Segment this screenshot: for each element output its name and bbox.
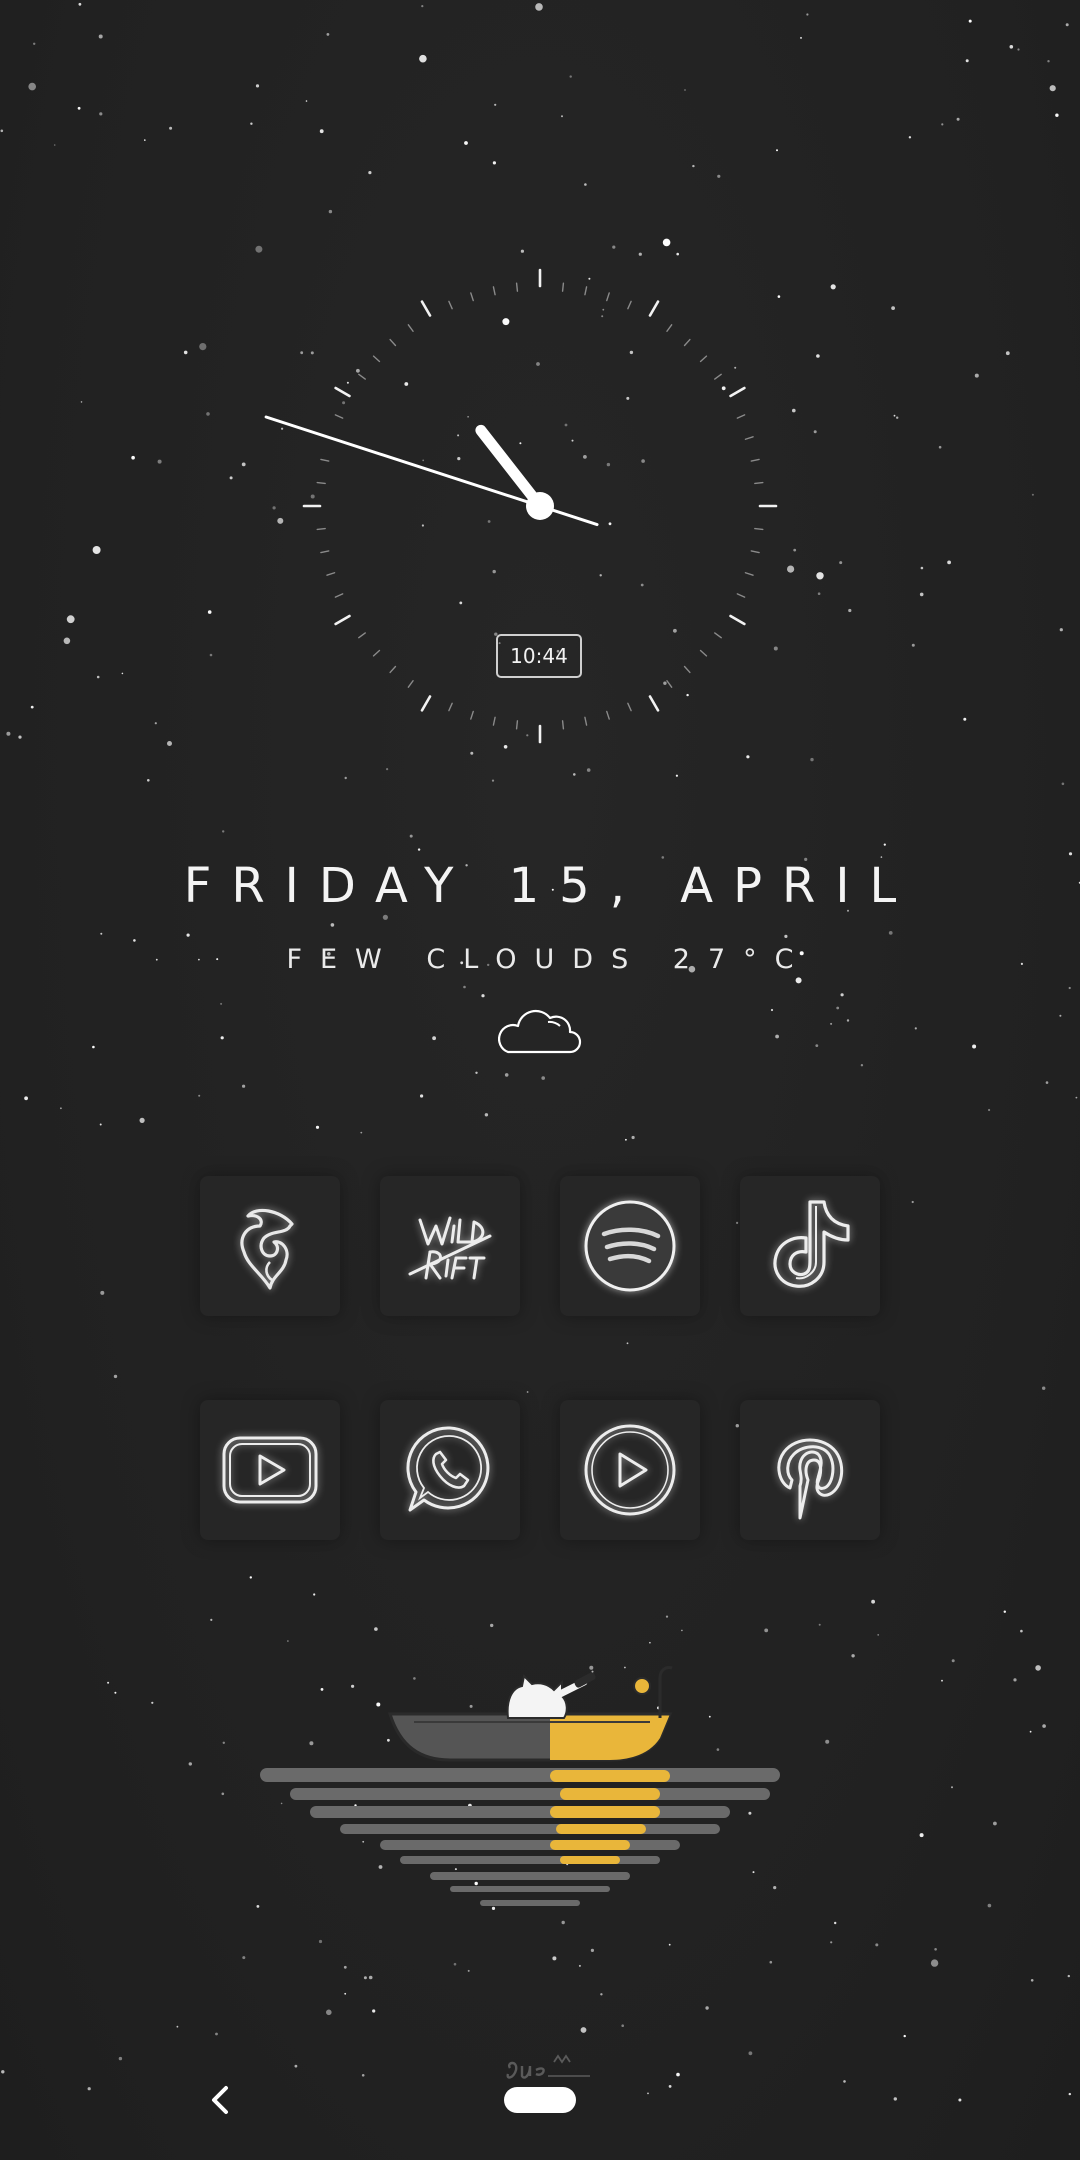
chevron-left-icon[interactable]	[200, 2080, 240, 2120]
cat-figure	[506, 1672, 596, 1719]
analog-clock-widget[interactable]: 10:44	[0, 0, 1080, 800]
clock-hour-tick	[729, 614, 746, 626]
clock-minute-tick	[750, 458, 760, 462]
clock-minute-tick	[584, 716, 588, 726]
clock-minute-tick	[492, 286, 496, 296]
navigation-bar	[0, 2050, 1080, 2160]
weather-label: FEW CLOUDS 27°C	[286, 944, 812, 975]
clock-minute-tick	[627, 702, 632, 712]
clock-minute-tick	[584, 286, 588, 296]
clock-hour-tick	[334, 614, 351, 626]
clock-minute-tick	[714, 632, 722, 639]
clock-hour-tick	[729, 386, 746, 398]
clock-minute-tick	[492, 716, 496, 726]
clock-minute-tick	[334, 414, 344, 419]
clock-minute-tick	[470, 710, 474, 720]
clock-minute-tick	[714, 373, 722, 380]
clock-minute-tick	[320, 550, 330, 554]
date-label: FRIDAY 15, APRIL	[183, 858, 917, 914]
clock-minute-tick	[683, 665, 691, 674]
clock-minute-tick	[389, 665, 397, 674]
clock-minute-tick	[448, 300, 453, 310]
clock-minute-tick	[407, 680, 414, 688]
home-screen: 10:44 FRIDAY 15, APRIL FEW CLOUDS 27°C	[0, 0, 1080, 2160]
clock-center-pin	[526, 492, 554, 520]
analog-clock-face	[264, 268, 778, 744]
whatsapp-icon	[406, 1426, 490, 1512]
clock-minute-tick	[515, 720, 519, 730]
clock-minute-tick	[683, 338, 691, 347]
boat-illustration	[260, 1666, 780, 1906]
clock-minute-tick	[561, 282, 565, 292]
clock-minute-tick	[470, 292, 474, 302]
clock-minute-tick	[666, 680, 673, 688]
clock-minute-tick	[744, 572, 754, 576]
clock-minute-tick	[358, 632, 366, 639]
clock-minute-tick	[334, 593, 344, 598]
app-icon-play[interactable]	[560, 1400, 700, 1540]
clock-minute-tick	[754, 481, 764, 485]
clock-hour-tick	[648, 695, 660, 712]
clock-minute-tick	[320, 458, 330, 462]
app-icon-wild-rift[interactable]	[380, 1176, 520, 1316]
clock-minute-tick	[744, 436, 754, 440]
clock-minute-tick	[699, 649, 708, 657]
clock-minute-tick	[372, 355, 381, 363]
wild-rift-icon	[408, 1216, 492, 1280]
clock-minute-tick	[750, 550, 760, 554]
app-icon-flame[interactable]	[200, 1176, 340, 1316]
artist-signature	[506, 2054, 590, 2079]
cloud-icon	[498, 1009, 582, 1054]
clock-minute-tick	[326, 572, 336, 576]
clock-minute-tick	[754, 527, 764, 531]
app-icon-pinterest[interactable]	[740, 1400, 880, 1540]
pinterest-icon	[777, 1438, 844, 1520]
app-icon-whatsapp[interactable]	[380, 1400, 520, 1540]
clock-hour-hand	[475, 424, 546, 512]
clock-minute-tick	[561, 720, 565, 730]
clock-minute-tick	[606, 292, 610, 302]
play-circle-icon	[584, 1424, 676, 1516]
clock-minute-tick	[372, 649, 381, 657]
digital-time-label: 10:44	[496, 634, 582, 678]
clock-hour-tick	[648, 300, 660, 317]
clock-minute-tick	[389, 338, 397, 347]
clock-minute-tick	[606, 710, 610, 720]
clock-minute-tick	[358, 373, 366, 380]
clock-minute-tick	[316, 527, 326, 531]
clock-minute-tick	[316, 481, 326, 485]
clock-minute-tick	[515, 282, 519, 292]
tiktok-icon	[773, 1200, 850, 1288]
home-pill[interactable]	[504, 2087, 576, 2113]
clock-minute-tick	[407, 324, 414, 332]
flame-icon	[240, 1208, 294, 1290]
clock-hour-tick	[420, 300, 432, 317]
youtube-icon	[222, 1436, 318, 1504]
clock-minute-tick	[448, 702, 453, 712]
app-icon-tiktok[interactable]	[740, 1176, 880, 1316]
clock-minute-tick	[736, 414, 746, 419]
clock-hour-tick	[334, 386, 351, 398]
clock-minute-tick	[699, 355, 708, 363]
app-icon-spotify[interactable]	[560, 1176, 700, 1316]
clock-hour-tick	[420, 695, 432, 712]
clock-minute-tick	[736, 593, 746, 598]
clock-minute-tick	[666, 324, 673, 332]
clock-minute-tick	[627, 300, 632, 310]
app-icon-youtube[interactable]	[200, 1400, 340, 1540]
spotify-icon	[584, 1200, 676, 1292]
